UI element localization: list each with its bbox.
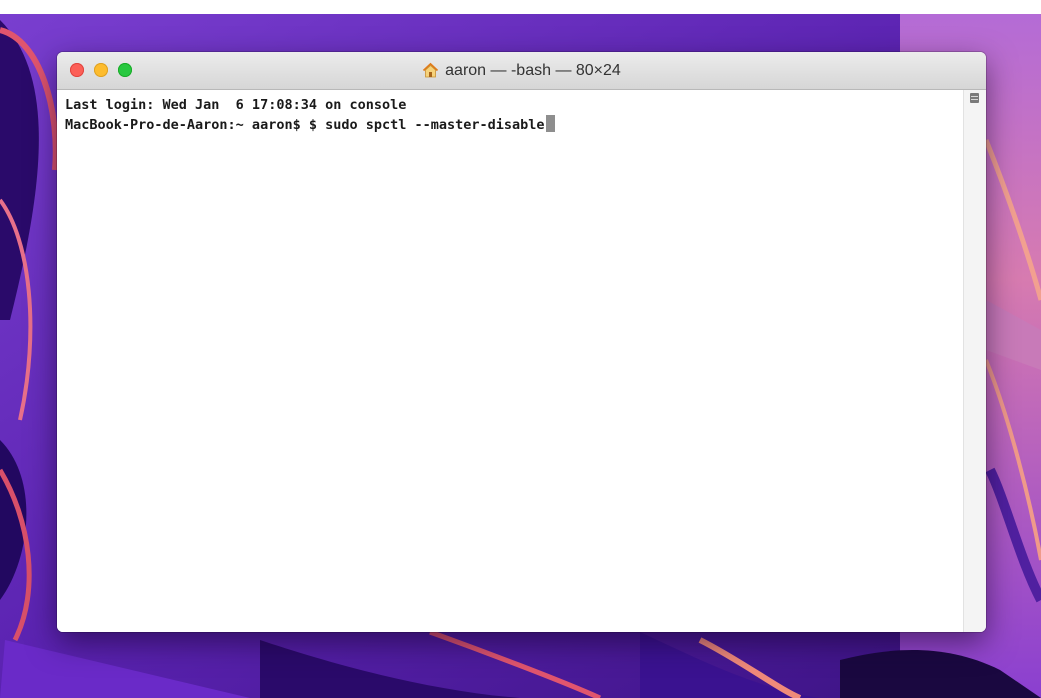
window-title-group: aaron — -bash — 80×24 [57,52,986,89]
terminal-line: Last login: Wed Jan 6 17:08:34 on consol… [65,97,407,113]
scrollbar[interactable] [963,90,986,632]
top-strip [0,0,1041,14]
home-icon [422,62,439,79]
window-titlebar[interactable]: aaron — -bash — 80×24 [57,52,986,90]
terminal-window[interactable]: aaron — -bash — 80×24 Last login: Wed Ja… [57,52,986,632]
scroll-indicator-icon[interactable] [970,93,979,103]
terminal-command: MacBook-Pro-de-Aaron:~ aaron$ $ sudo spc… [65,117,545,133]
terminal-output[interactable]: Last login: Wed Jan 6 17:08:34 on consol… [57,90,963,632]
text-cursor [545,115,555,132]
window-title: aaron — -bash — 80×24 [445,61,621,79]
terminal-prompt-line[interactable]: MacBook-Pro-de-Aaron:~ aaron$ $ sudo spc… [65,115,963,134]
